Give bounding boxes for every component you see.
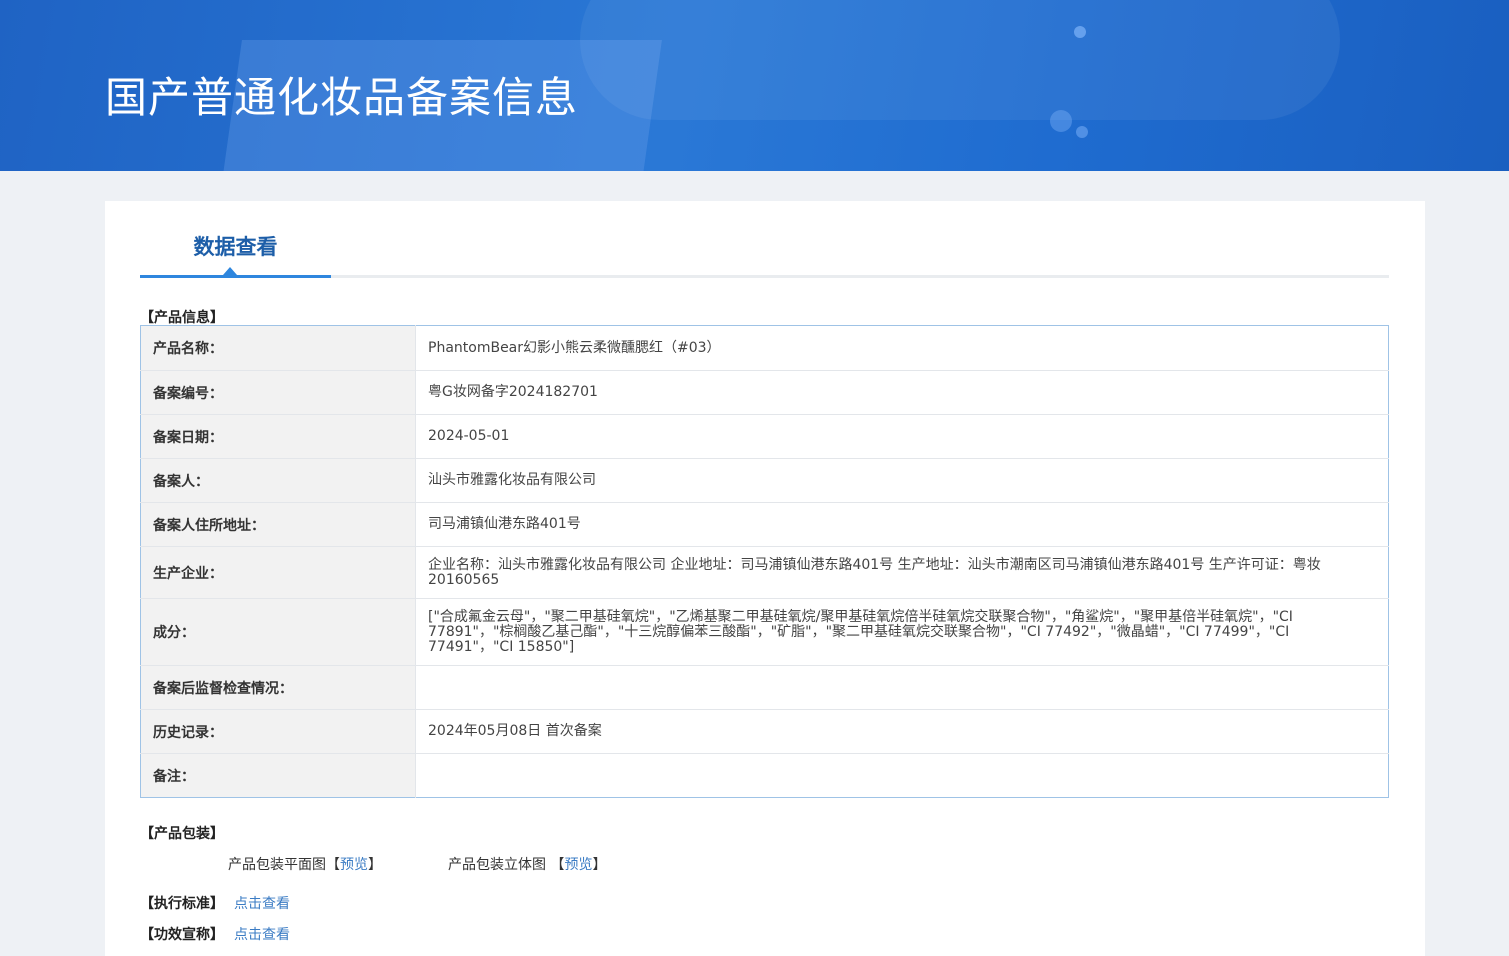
row-key: 备案编号： bbox=[140, 370, 416, 415]
product-info-table: 产品名称： PhantomBear幻影小熊云柔微醺腮红（#03） 备案编号： 粤… bbox=[140, 325, 1389, 798]
row-value: 企业名称：汕头市雅露化妆品有限公司 企业地址：司马浦镇仙港东路401号 生产地址… bbox=[415, 546, 1389, 599]
packaging-solid-label: 产品包装立体图 bbox=[448, 857, 546, 873]
table-row: 生产企业： 企业名称：汕头市雅露化妆品有限公司 企业地址：司马浦镇仙港东路401… bbox=[140, 546, 1389, 599]
standard-label: 【执行标准】 bbox=[140, 896, 224, 912]
bracket-open: 【 bbox=[550, 857, 565, 873]
page-title: 国产普通化妆品备案信息 bbox=[105, 73, 579, 122]
bracket-close: 】 bbox=[368, 857, 382, 873]
tab-data-view[interactable]: 数据查看 bbox=[140, 201, 331, 278]
table-row: 备注： bbox=[140, 753, 1389, 798]
bracket-close: 】 bbox=[592, 857, 607, 873]
row-value: 2024年05月08日 首次备案 bbox=[415, 709, 1389, 754]
table-row: 备案人： 汕头市雅露化妆品有限公司 bbox=[140, 458, 1389, 503]
row-value: 2024-05-01 bbox=[415, 414, 1389, 459]
row-value bbox=[416, 754, 1389, 798]
row-value: PhantomBear幻影小熊云柔微醺腮红（#03） bbox=[415, 325, 1389, 371]
row-value: 司马浦镇仙港东路401号 bbox=[415, 502, 1389, 547]
banner-decoration bbox=[1074, 26, 1086, 38]
header-banner: 国产普通化妆品备案信息 bbox=[0, 0, 1509, 171]
row-value bbox=[415, 665, 1389, 710]
content-card: 数据查看 【产品信息】 产品名称： PhantomBear幻影小熊云柔微醺腮红（… bbox=[105, 201, 1425, 956]
table-row: 备案编号： 粤G妆网备字2024182701 bbox=[140, 370, 1389, 415]
row-value: 粤G妆网备字2024182701 bbox=[415, 370, 1389, 415]
preview-solid-link[interactable]: 预览 bbox=[564, 857, 592, 873]
standard-row: 【执行标准】 点击查看 bbox=[140, 893, 290, 913]
standard-view-link[interactable]: 点击查看 bbox=[234, 896, 290, 912]
table-row: 历史记录： 2024年05月08日 首次备案 bbox=[140, 709, 1389, 754]
efficacy-view-link[interactable]: 点击查看 bbox=[234, 927, 290, 943]
tab-bar: 数据查看 bbox=[140, 201, 1389, 278]
banner-decoration bbox=[1076, 126, 1088, 138]
packaging-flat-label: 产品包装平面图 bbox=[228, 857, 326, 873]
row-key: 成分： bbox=[140, 598, 416, 666]
efficacy-row: 【功效宣称】 点击查看 bbox=[140, 924, 290, 944]
row-key: 历史记录： bbox=[140, 709, 416, 754]
packaging-flat: 产品包装平面图【预览】 bbox=[228, 854, 382, 874]
row-key: 备案日期： bbox=[140, 414, 416, 459]
row-key: 备案人住所地址： bbox=[140, 502, 416, 547]
table-row: 备案后监督检查情况： bbox=[140, 665, 1389, 710]
row-key: 生产企业： bbox=[140, 546, 416, 599]
packaging-solid: 产品包装立体图 【预览】 bbox=[448, 854, 606, 874]
banner-decoration bbox=[1050, 110, 1072, 132]
efficacy-label: 【功效宣称】 bbox=[140, 927, 224, 943]
row-value: 汕头市雅露化妆品有限公司 bbox=[415, 458, 1389, 503]
section-title-packaging: 【产品包装】 bbox=[140, 826, 224, 842]
row-key: 备注： bbox=[140, 753, 416, 798]
banner-decoration bbox=[580, 0, 1340, 120]
row-key: 备案后监督检查情况： bbox=[140, 665, 416, 710]
row-key: 备案人： bbox=[140, 458, 416, 503]
preview-flat-link[interactable]: 预览 bbox=[340, 857, 368, 873]
table-row: 备案人住所地址： 司马浦镇仙港东路401号 bbox=[140, 502, 1389, 547]
row-key: 产品名称： bbox=[140, 325, 416, 371]
tab-label: 数据查看 bbox=[193, 235, 278, 259]
table-row: 成分： ["合成氟金云母"，"聚二甲基硅氧烷"，"乙烯基聚二甲基硅氧烷/聚甲基硅… bbox=[140, 598, 1389, 666]
section-title-product-info: 【产品信息】 bbox=[140, 310, 224, 326]
row-value: ["合成氟金云母"，"聚二甲基硅氧烷"，"乙烯基聚二甲基硅氧烷/聚甲基硅氧烷倍半… bbox=[415, 598, 1389, 666]
table-row: 产品名称： PhantomBear幻影小熊云柔微醺腮红（#03） bbox=[140, 325, 1389, 371]
bracket-open: 【 bbox=[326, 857, 340, 873]
table-row: 备案日期： 2024-05-01 bbox=[140, 414, 1389, 459]
caret-up-icon bbox=[223, 267, 237, 275]
